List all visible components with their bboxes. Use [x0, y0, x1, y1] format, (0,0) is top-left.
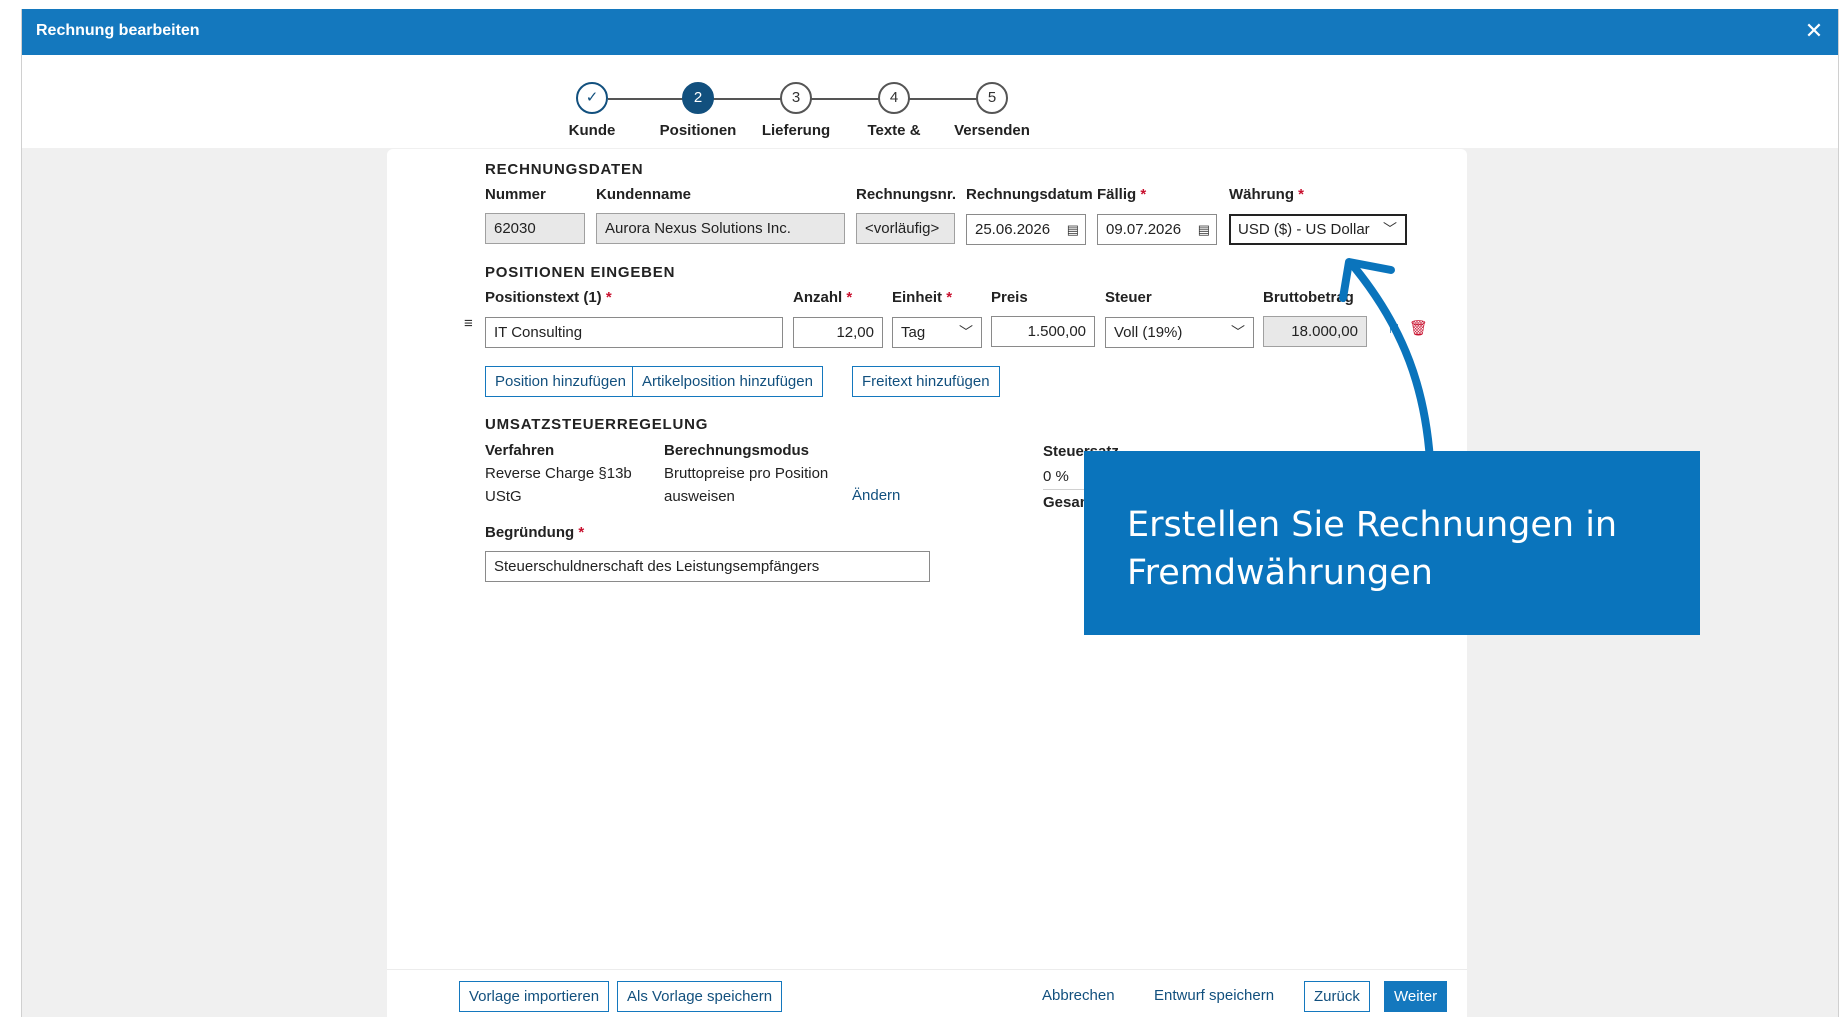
col-positionstext-text: Positionstext (1)	[485, 289, 602, 306]
col-preis: Preis	[991, 289, 1028, 306]
section-title-positionen: POSITIONEN EINGEBEN	[485, 264, 676, 281]
label-berechnungsmodus: Berechnungsmodus	[664, 442, 810, 459]
add-freetext-button[interactable]: Freitext hinzufügen	[852, 366, 1000, 397]
aendern-link[interactable]: Ändern	[852, 487, 900, 504]
summary-rate-value: 0 %	[1043, 468, 1069, 485]
trash-icon[interactable]: 🗑	[1409, 319, 1428, 337]
calendar-icon[interactable]: ▤	[1067, 215, 1079, 244]
titlebar: Rechnung bearbeiten ✕	[22, 9, 1838, 55]
begruendung-label-text: Begründung	[485, 524, 575, 541]
col-steuer: Steuer	[1105, 289, 1152, 306]
required-mark: *	[578, 524, 585, 541]
back-button[interactable]: Zurück	[1304, 981, 1370, 1012]
import-template-button[interactable]: Vorlage importieren	[459, 981, 610, 1012]
required-mark: *	[846, 289, 853, 306]
col-einheit: Einheit *	[892, 289, 952, 306]
chevron-down-icon: ﹀	[1383, 221, 1397, 237]
col-positionstext: Positionstext (1) *	[485, 289, 612, 306]
anzahl-input[interactable]: 12,00	[793, 317, 883, 348]
col-einheit-text: Einheit	[892, 289, 943, 306]
label-begruendung: Begründung *	[485, 524, 584, 541]
section-title-rechnungsdaten: RECHNUNGSDATEN	[485, 161, 644, 178]
step-versenden[interactable]: 5 Versenden	[932, 82, 1052, 139]
rechnungsdatum-field[interactable]: 25.06.2026 ▤	[966, 214, 1086, 245]
next-button[interactable]: Weiter	[1384, 981, 1448, 1012]
rechnungsnr-field: <vorläufig>	[856, 213, 955, 244]
save-as-template-button[interactable]: Als Vorlage speichern	[617, 981, 783, 1012]
drag-handle-icon[interactable]: ≡	[464, 315, 473, 332]
preis-input[interactable]: 1.500,00	[991, 316, 1095, 347]
label-waehrung: Währung *	[1229, 186, 1304, 203]
required-mark: *	[1140, 186, 1147, 203]
close-icon[interactable]: ✕	[1802, 19, 1826, 43]
label-faellig: Fällig *	[1097, 186, 1146, 203]
label-nummer: Nummer	[485, 186, 546, 203]
add-article-position-button[interactable]: Artikelposition hinzufügen	[632, 366, 823, 397]
label-kundenname: Kundenname	[596, 186, 692, 203]
step-kunde[interactable]: ✓ Kunde	[532, 82, 652, 139]
calendar-icon[interactable]: ▤	[1198, 215, 1210, 244]
step-label: Versenden	[954, 122, 1030, 139]
faellig-field[interactable]: 09.07.2026 ▤	[1097, 214, 1217, 245]
save-draft-link[interactable]: Entwurf speichern	[1154, 987, 1274, 1004]
cancel-link[interactable]: Abbrechen	[1042, 987, 1115, 1004]
col-anzahl: Anzahl *	[793, 289, 852, 306]
einheit-value: Tag	[901, 324, 926, 341]
begruendung-input[interactable]: Steuerschuldnerschaft des Leistungsempfä…	[485, 551, 930, 582]
add-position-button[interactable]: Position hinzufügen	[485, 366, 636, 397]
checkmark-icon: ✓	[576, 82, 608, 114]
step-label: Kunde	[568, 122, 616, 139]
faellig-label-text: Fällig	[1097, 186, 1137, 203]
chevron-down-icon: ﹀	[1231, 324, 1245, 340]
window-title: Rechnung bearbeiten	[36, 22, 200, 39]
label-rechnungsdatum: Rechnungsdatum	[966, 186, 1093, 203]
label-rechnungsnr: Rechnungsnr.	[856, 186, 957, 203]
step-number: 2	[682, 82, 714, 114]
col-bruttobetrag: Bruttobetrag	[1263, 289, 1354, 306]
rechnungsdatum-value: 25.06.2026	[975, 221, 1051, 238]
einheit-select[interactable]: Tag ﹀	[892, 317, 982, 348]
section-title-umsatzsteuer: UMSATZSTEUERREGELUNG	[485, 416, 709, 433]
chevron-down-icon: ﹀	[959, 324, 973, 340]
berechnungsmodus-value: Bruttopreise pro Position ausweisen	[664, 465, 829, 505]
bruttobetrag-field: 18.000,00	[1263, 316, 1367, 347]
required-mark: *	[605, 289, 612, 306]
label-verfahren: Verfahren	[485, 442, 555, 459]
required-mark: *	[1298, 186, 1305, 203]
waehrung-value: USD ($) - US Dollar	[1238, 221, 1370, 238]
feature-callout: Erstellen Sie Rechnungen in Fremdwährung…	[1084, 451, 1700, 635]
nummer-field: 62030	[485, 213, 585, 244]
col-anzahl-text: Anzahl	[793, 289, 843, 306]
steuer-value: Voll (19%)	[1114, 324, 1183, 341]
step-number: 4	[878, 82, 910, 114]
waehrung-select[interactable]: USD ($) - US Dollar ﹀	[1229, 214, 1407, 245]
bookmark-icon[interactable]: ⚐	[1387, 319, 1400, 337]
step-number: 3	[780, 82, 812, 114]
faellig-value: 09.07.2026	[1106, 221, 1182, 238]
required-mark: *	[946, 289, 953, 306]
step-number: 5	[976, 82, 1008, 114]
verfahren-value: Reverse Charge §13b UStG	[485, 465, 632, 505]
positionstext-input[interactable]: IT Consulting	[485, 317, 783, 348]
footer-divider	[387, 969, 1467, 970]
kundenname-field: Aurora Nexus Solutions Inc.	[596, 213, 845, 244]
waehrung-label-text: Währung	[1229, 186, 1294, 203]
steuer-select[interactable]: Voll (19%) ﹀	[1105, 317, 1254, 348]
wizard-stepper: ✓ Kunde 2 Positionen 3 Lieferung 4 Texte…	[22, 55, 1838, 148]
